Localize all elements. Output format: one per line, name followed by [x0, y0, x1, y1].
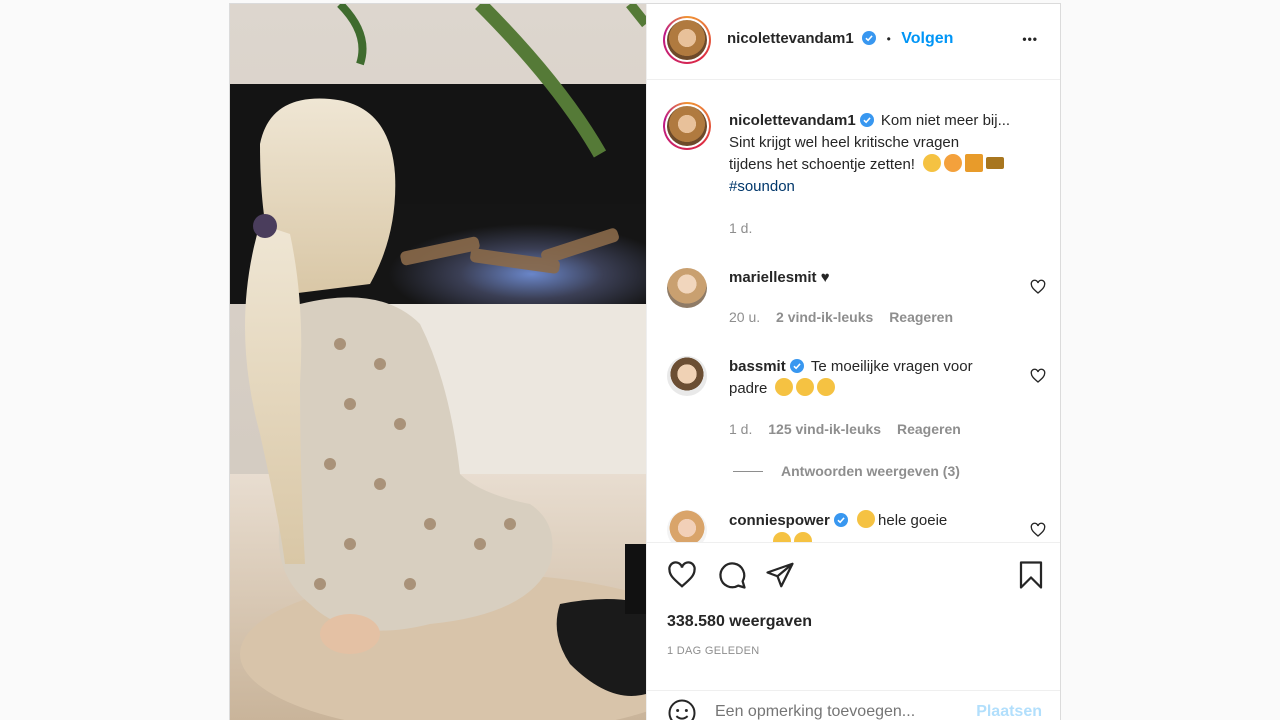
view-replies[interactable]: Antwoorden weergeven (3) [733, 463, 960, 479]
caption-username[interactable]: nicolettevandam1 [729, 112, 856, 129]
laughing-emoji-icon [774, 378, 793, 396]
verified-badge-icon [789, 359, 804, 373]
view-replies-line [733, 471, 763, 472]
caption-text-1: Kom niet meer bij... [880, 112, 1011, 129]
video-frame-image [230, 4, 646, 720]
caption-text-2: Sint krijgt wel heel kritische vragen [729, 134, 960, 151]
comments-list[interactable]: nicolettevandam1 Kom niet meer bij... Si… [647, 80, 1060, 542]
comment-icon[interactable] [717, 560, 747, 590]
comment-likes[interactable]: 125 vind-ik-leuks [768, 421, 881, 437]
instagram-post: nicolettevandam1 • Volgen ••• nicolettev… [229, 3, 1061, 720]
verified-badge-icon [862, 31, 877, 45]
caption-avatar[interactable] [663, 102, 711, 150]
hashtag-link[interactable]: #soundon [729, 178, 795, 195]
laughing-emoji-icon [816, 378, 835, 396]
author-avatar[interactable] [663, 16, 711, 64]
rofl-emoji-icon [923, 154, 942, 172]
heart-icon[interactable] [667, 560, 697, 590]
comment-text: ♥ [820, 269, 830, 286]
comment-text-1: Te moeilijke vragen voor [810, 358, 973, 375]
post-actions: 338.580 weergaven 1 DAG GELEDEN [647, 542, 1060, 691]
author-username[interactable]: nicolettevandam1 [727, 30, 854, 47]
like-comment-heart-icon[interactable] [1030, 279, 1046, 295]
add-comment-bar: Plaatsen [647, 690, 1060, 720]
laughing-emoji-icon [773, 532, 791, 542]
boot-emoji-icon [986, 157, 1005, 169]
view-replies-label[interactable]: Antwoorden weergeven (3) [781, 463, 960, 479]
verified-badge-icon [833, 513, 848, 527]
comment-likes[interactable]: 2 vind-ik-leuks [776, 309, 873, 325]
more-icon[interactable]: ••• [1022, 32, 1038, 46]
share-icon[interactable] [765, 560, 795, 590]
laughing-emoji-icon [794, 532, 812, 542]
comment-meta: 1 d. 125 vind-ik-leuks Reageren [729, 421, 961, 437]
comment-bassmit: bassmit Te moeilijke vragen voor padre [729, 356, 1019, 400]
comment-mariellesmit: mariellesmit ♥ [729, 267, 830, 289]
comment-meta: 20 u. 2 vind-ik-leuks Reageren [729, 309, 953, 325]
gift-emoji-icon [965, 154, 984, 172]
verified-badge-icon [859, 113, 874, 127]
comment-username[interactable]: bassmit [729, 358, 786, 375]
comment-text-2: padre [729, 380, 768, 397]
comment-input[interactable] [711, 699, 959, 720]
comment-username[interactable]: mariellesmit [729, 269, 817, 286]
heart-eyes-emoji-icon [944, 154, 963, 172]
caption-text-3: tijdens het schoentje zetten! [729, 156, 915, 173]
comment-text: hele goeie [878, 512, 948, 529]
reply-button[interactable]: Reageren [897, 421, 961, 437]
post-header: nicolettevandam1 • Volgen ••• [647, 4, 1060, 80]
caption: nicolettevandam1 Kom niet meer bij... Si… [729, 110, 1049, 198]
comment-time[interactable]: 1 d. [729, 421, 752, 437]
comment-conniespower: conniespower hele goeie [729, 510, 1019, 542]
comment-username[interactable]: conniespower [729, 512, 830, 529]
laughing-emoji-icon [795, 378, 814, 396]
comment-avatar[interactable] [667, 268, 707, 308]
bookmark-icon[interactable] [1016, 560, 1046, 590]
post-date[interactable]: 1 DAG GELEDEN [667, 645, 760, 657]
caption-time[interactable]: 1 d. [729, 220, 752, 236]
follow-button[interactable]: Volgen [901, 30, 953, 47]
hands-emoji-icon [857, 510, 876, 528]
comment-avatar[interactable] [667, 356, 707, 396]
comment-time[interactable]: 20 u. [729, 309, 760, 325]
comment-avatar[interactable] [667, 510, 707, 542]
reply-button[interactable]: Reageren [889, 309, 953, 325]
post-sidebar: nicolettevandam1 • Volgen ••• nicolettev… [646, 4, 1060, 720]
like-comment-heart-icon[interactable] [1030, 522, 1046, 538]
post-video[interactable] [230, 4, 646, 720]
emoji-icon[interactable] [667, 698, 697, 720]
separator-dot: • [886, 32, 891, 46]
post-comment-button[interactable]: Plaatsen [976, 703, 1042, 720]
view-count[interactable]: 338.580 weergaven [667, 613, 812, 631]
like-comment-heart-icon[interactable] [1030, 368, 1046, 384]
